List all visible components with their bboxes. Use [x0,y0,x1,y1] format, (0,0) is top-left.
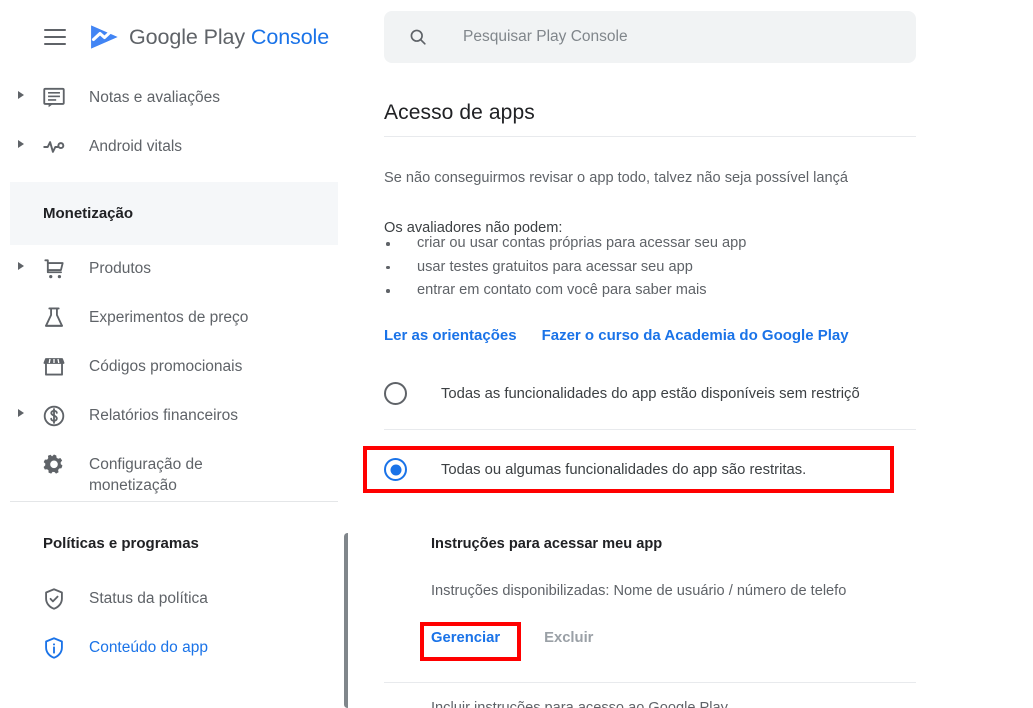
sidebar-item-label: Status da política [89,590,208,607]
hamburger-menu-icon[interactable] [44,29,66,45]
sidebar-item-label: Notas e avaliações [89,89,220,106]
divider-below-instructions [384,682,916,683]
search-input[interactable] [461,27,885,47]
google-play-console-logo [91,25,118,49]
sidebar-divider [10,501,338,502]
brand-title-secondary: Console [250,24,330,49]
sidebar-item-codigos-promocionais[interactable]: Códigos promocionais [0,343,348,392]
storefront-icon [43,358,65,376]
shield-check-icon [45,588,63,610]
list-item: usar testes gratuitos para acessar seu a… [384,256,746,280]
read-guidelines-link[interactable]: Ler as orientações [384,327,517,344]
sidebar-item-android-vitals[interactable]: Android vitals [0,123,348,172]
sidebar-item-produtos[interactable]: Produtos [0,245,348,294]
main-content: Acesso de apps Se não conseguirmos revis… [348,0,1033,708]
divider-between-radios [384,429,916,430]
chevron-right-icon[interactable] [18,262,24,270]
radio-option-unrestricted[interactable]: Todas as funcionalidades do app estão di… [384,382,860,405]
next-section-text-cutoff: Incluir instruções para acesso ao Google… [431,700,728,708]
sidebar-section-monetizacao: Monetização [10,182,338,245]
list-item: criar ou usar contas próprias para acess… [384,232,746,256]
sidebar-section-label: Políticas e programas [43,535,199,552]
android-vitals-pulse-icon [43,141,65,153]
radio-button-unrestricted[interactable] [384,382,407,405]
chevron-right-icon[interactable] [18,409,24,417]
list-item: entrar em contato com você para saber ma… [384,279,746,303]
sidebar-item-label: Relatórios financeiros [89,407,239,424]
reviews-comment-icon [43,87,65,108]
sidebar-item-label: Produtos [89,260,152,277]
sidebar-section-label: Monetização [43,205,134,222]
reviewers-cannot-list: criar ou usar contas próprias para acess… [384,232,746,303]
sidebar-item-label: Experimentos de preço [89,309,249,326]
brand-header: Google Play Console [0,0,348,74]
brand-title: Google Play Console [129,25,329,50]
sidebar-nav: Notas e avaliações Android vitals Moneti… [0,74,348,673]
sidebar-section-politicas: Políticas e programas [10,512,338,575]
app-window: Google Play Console Notas e avaliações A… [0,0,1033,708]
radio-option-restricted[interactable]: Todas ou algumas funcionalidades do app … [384,458,806,481]
sidebar-item-label: Configuração de monetização [89,456,203,494]
gear-icon [43,454,63,474]
instructions-actions: Gerenciar Excluir [431,630,593,646]
sidebar-item-label: Android vitals [89,138,183,155]
divider-under-title [384,136,916,137]
sidebar-item-status-da-politica[interactable]: Status da política [0,575,348,624]
sidebar-item-label: Códigos promocionais [89,358,243,375]
sidebar-item-reviews[interactable]: Notas e avaliações [0,74,348,123]
shield-info-icon [45,637,63,659]
manage-instructions-button[interactable]: Gerenciar [431,630,500,646]
radio-button-restricted[interactable] [384,458,407,481]
search-icon [410,29,426,45]
search-bar[interactable] [384,11,916,63]
radio-label: Todas as funcionalidades do app estão di… [441,385,860,402]
guidance-links: Ler as orientações Fazer o curso da Acad… [384,327,849,344]
delete-instructions-button[interactable]: Excluir [544,630,593,646]
instructions-title: Instruções para acessar meu app [431,536,663,552]
sidebar: Google Play Console Notas e avaliações A… [0,0,348,708]
sidebar-item-configuracao-de-monetizacao[interactable]: Configuração de monetização [0,441,348,496]
sidebar-item-experimentos-de-preco[interactable]: Experimentos de preço [0,294,348,343]
chevron-right-icon[interactable] [18,140,24,148]
brand-title-primary: Google Play [129,24,246,49]
dollar-circle-icon [43,405,65,427]
play-academy-course-link[interactable]: Fazer o curso da Academia do Google Play [542,327,849,344]
chevron-right-icon[interactable] [18,91,24,99]
sidebar-item-conteudo-do-app[interactable]: Conteúdo do app [0,624,348,673]
shopping-cart-icon [44,259,64,279]
flask-beaker-icon [45,307,63,327]
sidebar-item-relatorios-financeiros[interactable]: Relatórios financeiros [0,392,348,441]
sidebar-item-label: Conteúdo do app [89,639,208,656]
intro-text: Se não conseguirmos revisar o app todo, … [384,169,849,186]
page-title: Acesso de apps [384,101,535,125]
instructions-description: Instruções disponibilizadas: Nome de usu… [431,583,847,599]
radio-label: Todas ou algumas funcionalidades do app … [441,461,807,478]
